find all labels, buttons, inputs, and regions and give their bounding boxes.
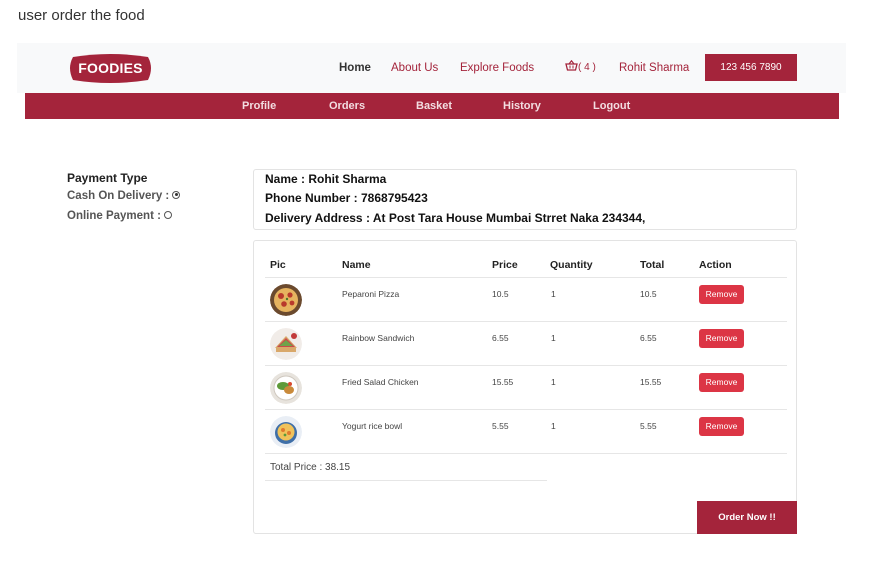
remove-button[interactable]: Remove (699, 417, 744, 436)
subnav-profile[interactable]: Profile (242, 93, 276, 119)
remove-button[interactable]: Remove (699, 329, 744, 348)
payment-option-online[interactable]: Online Payment : (67, 210, 172, 222)
row-divider (265, 453, 787, 454)
item-total: 6.55 (640, 333, 657, 343)
item-total: 15.55 (640, 377, 662, 387)
customer-phone: Phone Number : 7868795423 (265, 191, 428, 205)
item-price: 15.55 (492, 377, 514, 387)
col-header-quantity: Quantity (550, 259, 593, 271)
salad-icon (270, 372, 302, 404)
rice-bowl-icon (270, 416, 302, 448)
top-navbar: FOODIES Home About Us Explore Foods ( 4 … (17, 43, 846, 93)
col-header-total: Total (640, 259, 665, 271)
nav-home-link[interactable]: Home (339, 43, 371, 93)
item-price: 10.5 (492, 289, 509, 299)
subnav-basket[interactable]: Basket (416, 93, 452, 119)
cart-count: ( 4 ) (578, 62, 596, 73)
payment-type-title: Payment Type (67, 171, 148, 185)
pizza-icon (270, 284, 302, 316)
payment-option-label: Cash On Delivery : (67, 190, 170, 202)
nav-user-link[interactable]: Rohit Sharma (619, 43, 689, 93)
table-row: Rainbow Sandwich 6.55 1 6.55 Remove (254, 322, 798, 366)
col-header-name: Name (342, 259, 371, 271)
order-items-card: Pic Name Price Quantity Total Action Pep… (253, 240, 797, 534)
nav-explore-link[interactable]: Explore Foods (460, 43, 534, 93)
table-row: Yogurt rice bowl 5.55 1 5.55 Remove (254, 410, 798, 454)
cart-link[interactable]: ( 4 ) (565, 43, 596, 93)
page-caption: user order the food (18, 7, 145, 24)
item-quantity: 1 (551, 333, 556, 343)
subnav-orders[interactable]: Orders (329, 93, 365, 119)
remove-button[interactable]: Remove (699, 373, 744, 392)
total-divider (265, 480, 547, 481)
online-radio[interactable] (163, 210, 172, 219)
nav-about-link[interactable]: About Us (391, 43, 438, 93)
col-header-pic: Pic (270, 259, 286, 271)
customer-details-card: Name : Rohit Sharma Phone Number : 78687… (253, 169, 797, 230)
item-name: Fried Salad Chicken (342, 377, 419, 387)
sub-navbar: Profile Orders Basket History Logout (25, 93, 839, 119)
sandwich-icon (270, 328, 302, 360)
customer-name: Name : Rohit Sharma (265, 172, 387, 186)
customer-address: Delivery Address : At Post Tara House Mu… (265, 211, 646, 225)
item-price: 6.55 (492, 333, 509, 343)
item-name: Peparoni Pizza (342, 289, 400, 299)
total-price: Total Price : 38.15 (270, 462, 351, 473)
basket-icon (565, 60, 578, 72)
item-total: 5.55 (640, 421, 657, 431)
col-header-price: Price (492, 259, 518, 271)
col-header-action: Action (699, 259, 732, 271)
item-total: 10.5 (640, 289, 657, 299)
logo-text: FOODIES (78, 60, 143, 76)
payment-option-label: Online Payment : (67, 210, 161, 222)
item-name: Rainbow Sandwich (342, 333, 415, 343)
item-name: Yogurt rice bowl (342, 421, 403, 431)
item-quantity: 1 (551, 377, 556, 387)
payment-option-cod[interactable]: Cash On Delivery : (67, 190, 181, 202)
phone-button[interactable]: 123 456 7890 (705, 54, 797, 81)
item-quantity: 1 (551, 289, 556, 299)
remove-button[interactable]: Remove (699, 285, 744, 304)
item-price: 5.55 (492, 421, 509, 431)
cod-radio[interactable] (172, 190, 181, 199)
order-now-button[interactable]: Order Now !! (697, 501, 797, 534)
subnav-history[interactable]: History (503, 93, 541, 119)
subnav-logout[interactable]: Logout (593, 93, 630, 119)
table-row: Fried Salad Chicken 15.55 1 15.55 Remove (254, 366, 798, 410)
foodies-logo[interactable]: FOODIES (67, 53, 154, 84)
item-quantity: 1 (551, 421, 556, 431)
table-row: Peparoni Pizza 10.5 1 10.5 Remove (254, 278, 798, 322)
